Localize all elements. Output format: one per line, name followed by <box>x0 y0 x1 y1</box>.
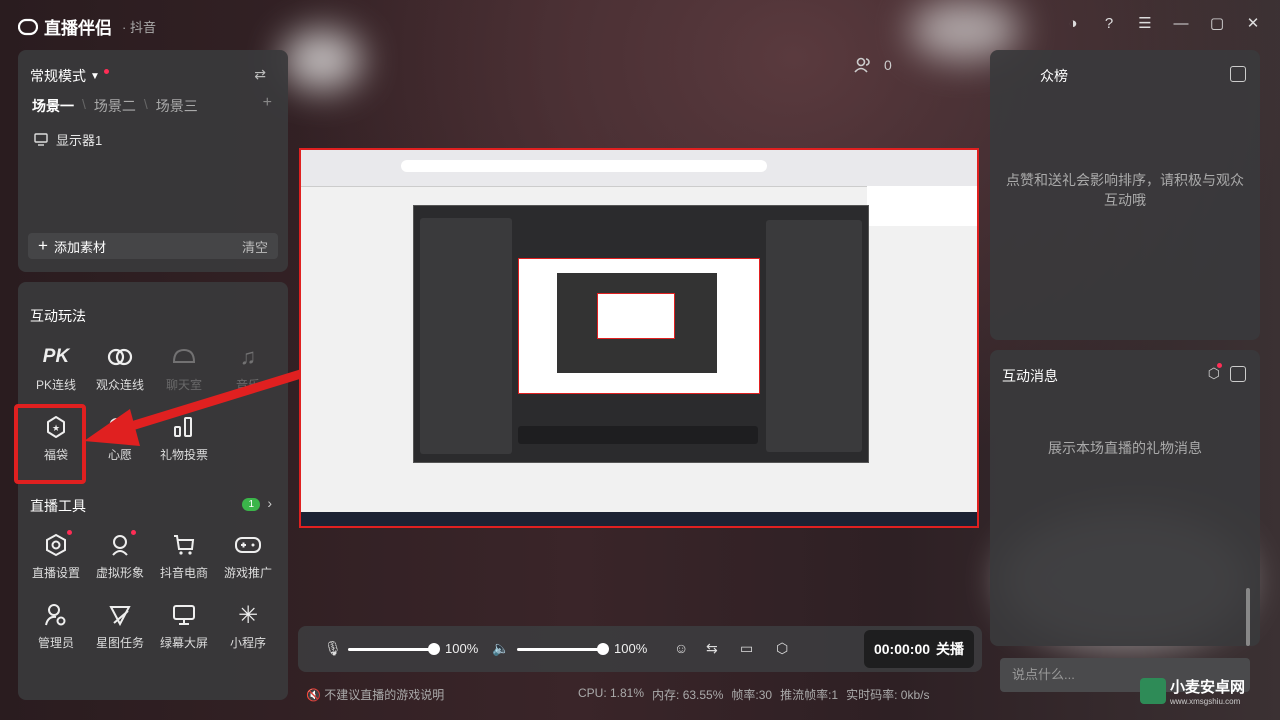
screen-rotate-icon[interactable]: ⇆ <box>706 640 718 657</box>
preview-center <box>518 258 760 394</box>
watermark-logo <box>1140 678 1166 704</box>
preview-taskbar <box>301 512 977 526</box>
beauty-icon[interactable]: ☺ <box>674 640 688 656</box>
popout-icon[interactable] <box>1230 66 1246 82</box>
scrollbar[interactable] <box>1246 588 1250 646</box>
mic-volume-value: 100% <box>445 641 479 656</box>
speaker-volume-value: 100% <box>614 641 648 656</box>
camera-icon[interactable]: ▭ <box>740 640 753 657</box>
watermark-url: www.xmsgshiu.com <box>1170 697 1241 706</box>
mic-volume-knob[interactable] <box>428 643 440 655</box>
preview-address-bar <box>401 160 767 172</box>
stop-live-label: 关播 <box>936 641 965 657</box>
push-fps-value: 推流帧率:1 <box>780 688 839 702</box>
live-preview[interactable] <box>299 148 979 528</box>
cpu-usage: CPU: 1.81% <box>578 686 645 700</box>
speaker-volume-slider[interactable] <box>517 648 603 651</box>
messages-title: 互动消息 <box>1002 368 1058 384</box>
mic-volume-slider[interactable] <box>348 648 434 651</box>
watermark: 小麦安卓网 www.xmsgshiu.com <box>1140 676 1245 706</box>
fps-value: 帧率:30 <box>731 688 773 702</box>
watermark-name: 小麦安卓网 <box>1170 679 1246 696</box>
mic-icon[interactable]: 🎙 <box>324 640 342 657</box>
stop-live-button[interactable]: 00:00:00 关播 <box>864 630 974 668</box>
preview-nested-window <box>597 293 675 339</box>
speaker-mute-icon: 🔇 <box>306 688 321 702</box>
speaker-icon[interactable]: 🔈 <box>492 640 509 657</box>
preview-right-panel <box>766 220 862 452</box>
messages-panel: 互动消息 ⬡ 展示本场直播的礼物消息 <box>990 350 1260 646</box>
memory-usage: 内存: 63.55% <box>652 688 724 702</box>
audience-rank-panel: 众榜 点赞和送礼会影响排序，请积极与观众互动哦 <box>990 50 1260 340</box>
game-tip-link[interactable]: 🔇 不建议直播的游戏说明 <box>306 686 444 703</box>
preview-app-window <box>413 205 869 463</box>
bitrate-value: 实时码率: 0kb/s <box>846 688 930 702</box>
notification-dot <box>1217 363 1222 368</box>
speaker-volume-knob[interactable] <box>597 643 609 655</box>
live-timer: 00:00:00 <box>873 641 931 657</box>
messages-empty-text: 展示本场直播的礼物消息 <box>1048 440 1202 456</box>
preview-left-panel <box>420 218 512 454</box>
rank-title: 众榜 <box>1040 68 1068 84</box>
settings-icon[interactable]: ⬡ <box>776 640 788 657</box>
viewer-count: 0 <box>854 57 892 73</box>
preview-footer <box>301 502 977 512</box>
preview-browser-toolbar <box>301 150 977 187</box>
rank-empty-text: 点赞和送礼会影响排序，请积极与观众互动哦 <box>1006 172 1244 208</box>
preview-webpage <box>867 186 977 226</box>
preview-nested <box>557 273 717 373</box>
users-icon <box>854 57 870 73</box>
tip-text: 不建议直播的游戏说明 <box>324 688 445 702</box>
popout-icon[interactable] <box>1230 366 1246 382</box>
viewer-count-value: 0 <box>884 57 892 73</box>
performance-stats: CPU: 1.81% 内存: 63.55% 帧率:30 推流帧率:1 实时码率:… <box>578 686 929 703</box>
preview-control-bar <box>518 426 758 444</box>
